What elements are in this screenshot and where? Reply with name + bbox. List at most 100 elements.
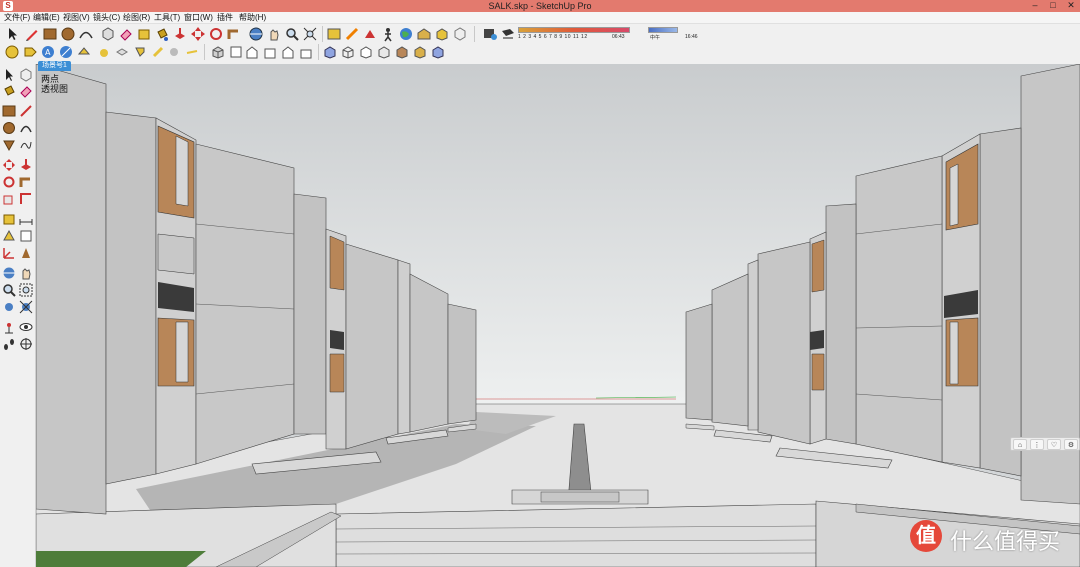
tape-tool-icon[interactable] bbox=[2, 212, 16, 226]
zoom-extents-icon[interactable] bbox=[302, 26, 318, 42]
menu-draw[interactable]: 绘图(R) bbox=[123, 12, 150, 24]
tape-measure-icon[interactable] bbox=[136, 26, 152, 42]
left-view-icon[interactable] bbox=[298, 44, 314, 60]
menu-edit[interactable]: 编辑(E) bbox=[33, 12, 60, 24]
menu-tools[interactable]: 工具(T) bbox=[154, 12, 180, 24]
zoom-extents-tool-icon[interactable] bbox=[19, 300, 33, 314]
paint-bucket-icon[interactable] bbox=[154, 26, 170, 42]
camera-icon[interactable]: ⌂ bbox=[1013, 439, 1027, 450]
arc-tool-icon[interactable] bbox=[19, 121, 33, 135]
previous-view-tool-icon[interactable] bbox=[2, 300, 16, 314]
text-icon[interactable]: A bbox=[40, 44, 56, 60]
look-around-tool-icon[interactable] bbox=[19, 320, 33, 334]
move-icon[interactable] bbox=[190, 26, 206, 42]
hidden-line-icon[interactable] bbox=[358, 44, 374, 60]
layer-icon[interactable] bbox=[114, 44, 130, 60]
monochrome-icon[interactable] bbox=[412, 44, 428, 60]
tag-icon[interactable] bbox=[22, 44, 38, 60]
select-icon[interactable] bbox=[4, 26, 20, 42]
3d-text-icon[interactable] bbox=[76, 44, 92, 60]
zoom-tool-icon[interactable] bbox=[2, 283, 16, 297]
orbit-tool-icon[interactable] bbox=[2, 266, 16, 280]
orbit-icon[interactable] bbox=[248, 26, 264, 42]
globe-icon[interactable] bbox=[398, 26, 414, 42]
share-model-icon[interactable] bbox=[434, 26, 450, 42]
zoom-window-tool-icon[interactable] bbox=[19, 283, 33, 297]
top-view-icon[interactable] bbox=[228, 44, 244, 60]
wireframe-icon[interactable] bbox=[340, 44, 356, 60]
menu-file[interactable]: 文件(F) bbox=[4, 12, 30, 24]
scene-tab[interactable]: 场景号1 bbox=[38, 61, 71, 71]
shaded-textures-icon[interactable] bbox=[394, 44, 410, 60]
heart-icon[interactable]: ♡ bbox=[1047, 439, 1061, 450]
section-plane-icon[interactable] bbox=[344, 26, 360, 42]
dimension-icon[interactable] bbox=[362, 26, 378, 42]
rectangle-icon[interactable] bbox=[42, 26, 58, 42]
back-edges-icon[interactable] bbox=[430, 44, 446, 60]
3d-text-tool-icon[interactable] bbox=[19, 246, 33, 260]
position-camera-tool-icon[interactable] bbox=[2, 320, 16, 334]
menu-view[interactable]: 视图(V) bbox=[63, 12, 90, 24]
axes-icon[interactable] bbox=[58, 44, 74, 60]
zoom-icon[interactable] bbox=[284, 26, 300, 42]
right-view-icon[interactable] bbox=[262, 44, 278, 60]
section-plane-tool-icon[interactable] bbox=[19, 337, 33, 351]
pan-tool-icon[interactable] bbox=[19, 266, 33, 280]
make-component-icon[interactable] bbox=[100, 26, 116, 42]
paint-tool-icon[interactable] bbox=[2, 84, 16, 98]
paint-icon[interactable] bbox=[132, 44, 148, 60]
xray-icon[interactable] bbox=[322, 44, 338, 60]
back-view-icon[interactable] bbox=[280, 44, 296, 60]
follow-me-tool-icon[interactable] bbox=[19, 175, 33, 189]
smoove-icon[interactable] bbox=[184, 44, 200, 60]
polygon-tool-icon[interactable] bbox=[2, 138, 16, 152]
menu-window[interactable]: 窗口(W) bbox=[184, 12, 213, 24]
protractor-icon[interactable] bbox=[96, 44, 112, 60]
sphere-icon[interactable] bbox=[166, 44, 182, 60]
rotate-icon[interactable] bbox=[208, 26, 224, 42]
select-tool-icon[interactable] bbox=[2, 68, 16, 82]
more-icon[interactable]: ⋮ bbox=[1030, 439, 1044, 450]
sandbox-icon[interactable] bbox=[4, 44, 20, 60]
push-pull-tool-icon[interactable] bbox=[19, 158, 33, 172]
circle-icon[interactable] bbox=[60, 26, 76, 42]
protractor-tool-icon[interactable] bbox=[2, 229, 16, 243]
component-tool-icon[interactable] bbox=[19, 68, 33, 82]
close-icon[interactable]: ✕ bbox=[1062, 0, 1080, 12]
scale-tool-icon[interactable] bbox=[2, 192, 16, 206]
model-viewport[interactable] bbox=[36, 64, 1080, 567]
menu-help[interactable]: 帮助(H) bbox=[239, 12, 266, 24]
pan-icon[interactable] bbox=[266, 26, 282, 42]
minimize-icon[interactable]: – bbox=[1026, 0, 1044, 12]
freehand-tool-icon[interactable] bbox=[19, 138, 33, 152]
3d-warehouse-icon[interactable] bbox=[416, 26, 432, 42]
pencil-icon[interactable] bbox=[24, 26, 40, 42]
shadow-date-slider[interactable] bbox=[518, 27, 630, 33]
push-pull-icon[interactable] bbox=[172, 26, 188, 42]
text-tool-icon[interactable] bbox=[19, 229, 33, 243]
section-fill-icon[interactable] bbox=[150, 44, 166, 60]
circle-tool-icon[interactable] bbox=[2, 121, 16, 135]
rectangle-tool-icon[interactable] bbox=[2, 104, 16, 118]
front-view-icon[interactable] bbox=[244, 44, 260, 60]
shaded-icon[interactable] bbox=[376, 44, 392, 60]
offset-tool-icon[interactable] bbox=[19, 192, 33, 206]
follow-me-icon[interactable] bbox=[226, 26, 242, 42]
move-tool-icon[interactable] bbox=[2, 158, 16, 172]
walk-icon[interactable] bbox=[380, 26, 396, 42]
extension-warehouse-icon[interactable] bbox=[452, 26, 468, 42]
iso-view-icon[interactable] bbox=[210, 44, 226, 60]
styles-icon[interactable] bbox=[326, 26, 342, 42]
arc-icon[interactable] bbox=[78, 26, 94, 42]
dimension-tool-icon[interactable] bbox=[19, 212, 33, 226]
rotate-tool-icon[interactable] bbox=[2, 175, 16, 189]
eraser-icon[interactable] bbox=[118, 26, 134, 42]
menu-camera[interactable]: 镜头(C) bbox=[93, 12, 120, 24]
shadow-time-slider[interactable] bbox=[648, 27, 678, 33]
eraser-tool-icon[interactable] bbox=[19, 84, 33, 98]
line-tool-icon[interactable] bbox=[19, 104, 33, 118]
maximize-icon[interactable]: □ bbox=[1044, 0, 1062, 12]
gear-icon[interactable]: ⚙ bbox=[1064, 439, 1078, 450]
menu-plugins[interactable]: 插件 bbox=[217, 12, 233, 24]
axes-tool-icon[interactable] bbox=[2, 246, 16, 260]
